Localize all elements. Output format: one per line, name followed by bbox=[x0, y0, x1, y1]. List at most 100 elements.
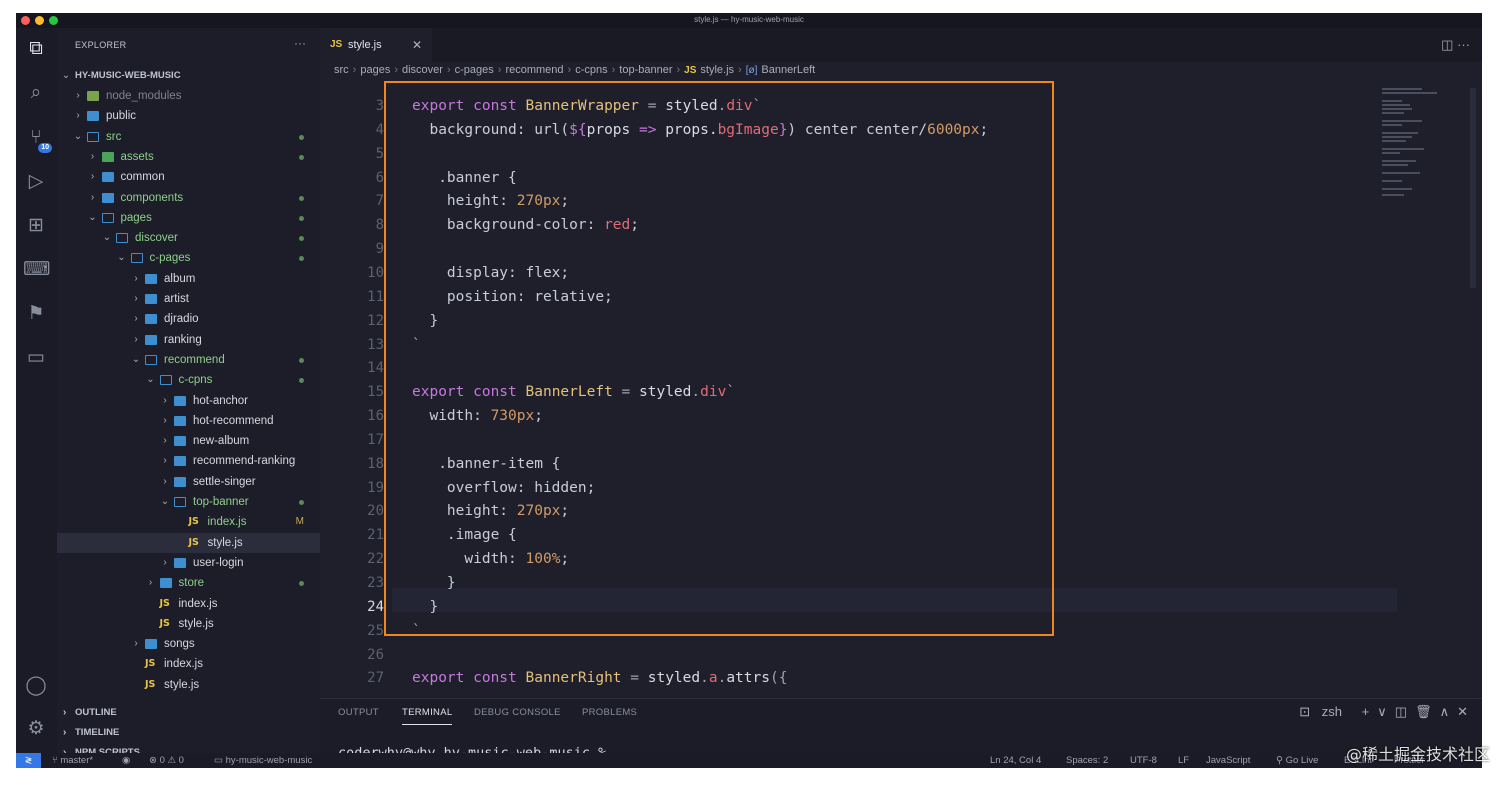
folder-item-assets[interactable]: › assets bbox=[57, 147, 320, 167]
chevron-right-icon: › bbox=[676, 64, 681, 76]
run-debug-icon[interactable]: ▷ bbox=[23, 169, 49, 195]
javascript-file-icon: JS bbox=[159, 617, 170, 629]
folder-item-common[interactable]: › common bbox=[57, 167, 320, 187]
folder-item-recommend-ranking[interactable]: › recommend-ranking bbox=[57, 451, 320, 471]
folder-item-hot-recommend[interactable]: › hot-recommend bbox=[57, 411, 320, 431]
sync-icon[interactable]: ◉ bbox=[122, 755, 130, 766]
line-number: 12 bbox=[367, 312, 384, 329]
breadcrumb-item[interactable]: discover bbox=[402, 64, 443, 76]
workspace-folder-label: hy-music-web-music bbox=[225, 755, 313, 766]
terminal-shell-icon[interactable]: ⊡ zsh bbox=[1299, 704, 1342, 719]
folder-item-djradio[interactable]: › djradio bbox=[57, 309, 320, 329]
folder-item-recommend[interactable]: ⌄ recommend bbox=[57, 350, 320, 370]
folder-item-songs[interactable]: › songs bbox=[57, 634, 320, 654]
folder-item-public[interactable]: › public bbox=[57, 106, 320, 126]
section-timeline[interactable]: › TIMELINE bbox=[57, 723, 320, 743]
workspace-folder-status[interactable]: ▭ hy-music-web-music bbox=[214, 755, 312, 766]
folder-item-artist[interactable]: › artist bbox=[57, 289, 320, 309]
chevron-right-icon: › bbox=[163, 394, 167, 406]
source-control-icon[interactable]: ⑂ 10 bbox=[23, 125, 52, 153]
file-item-index-js[interactable]: JS index.js bbox=[57, 594, 320, 614]
trash-icon[interactable]: 🗑 bbox=[1415, 704, 1432, 719]
folder-item-hot-anchor[interactable]: › hot-anchor bbox=[57, 391, 320, 411]
folder-item-c-pages[interactable]: ⌄ c-pages bbox=[57, 248, 320, 268]
remote-indicator-icon[interactable]: ≷ bbox=[16, 753, 41, 768]
tree-item-label: new-album bbox=[193, 435, 250, 448]
folder-item-components[interactable]: › components bbox=[57, 188, 320, 208]
breadcrumb-item[interactable]: style.js bbox=[700, 64, 734, 76]
symbol-variable-icon: [ø] bbox=[745, 65, 758, 76]
panel-tab-debug-console[interactable]: DEBUG CONSOLE bbox=[474, 707, 561, 718]
folder-item-discover[interactable]: ⌄ discover bbox=[57, 228, 320, 248]
folder-item-settle-singer[interactable]: › settle-singer bbox=[57, 472, 320, 492]
folder-icon bbox=[174, 415, 186, 426]
folder-item-ranking[interactable]: › ranking bbox=[57, 330, 320, 350]
section-outline[interactable]: › OUTLINE bbox=[57, 703, 320, 723]
explorer-root-folder[interactable]: ⌄ HY-MUSIC-WEB-MUSIC bbox=[57, 66, 320, 86]
chevron-down-icon: ⌄ bbox=[117, 252, 126, 264]
folder-item-node_modules[interactable]: › node_modules bbox=[57, 86, 320, 106]
search-icon[interactable]: ⌕ bbox=[23, 80, 49, 106]
problems-status[interactable]: ⊗ 0 ⚠ 0 bbox=[149, 755, 184, 766]
tree-item-label: style.js bbox=[178, 617, 214, 630]
minimap-line bbox=[1382, 120, 1422, 122]
account-icon[interactable]: ◯ bbox=[23, 673, 49, 699]
bookmarks-icon[interactable]: ⚑ bbox=[23, 301, 49, 327]
file-item-style-js[interactable]: JS style.js bbox=[57, 675, 320, 695]
file-item-style-js[interactable]: JS style.js bbox=[57, 614, 320, 634]
files-icon[interactable]: ⧉ bbox=[23, 36, 49, 62]
split-terminal-icon[interactable]: ◫ bbox=[1395, 704, 1407, 719]
tab-style-js[interactable]: JS style.js ✕ bbox=[320, 28, 432, 62]
terminal-dropdown-icon[interactable]: ∨ bbox=[1377, 704, 1387, 719]
minimap-line bbox=[1382, 112, 1404, 114]
folder-item-new-album[interactable]: › new-album bbox=[57, 431, 320, 451]
folder-icon[interactable]: ▭ bbox=[23, 345, 49, 371]
folder-item-src[interactable]: ⌄ src bbox=[57, 127, 320, 147]
tree-item-label: discover bbox=[135, 232, 178, 245]
encoding-status[interactable]: UTF-8 bbox=[1130, 755, 1157, 766]
tree-item-label: style.js bbox=[164, 678, 200, 691]
explorer-more-actions-icon[interactable]: ··· bbox=[294, 36, 306, 50]
breadcrumb-item[interactable]: c-pages bbox=[455, 64, 494, 76]
breadcrumb-item[interactable]: BannerLeft bbox=[761, 64, 815, 76]
indentation-status[interactable]: Spaces: 2 bbox=[1066, 755, 1108, 766]
breadcrumb-item[interactable]: recommend bbox=[505, 64, 563, 76]
panel-tab-problems[interactable]: PROBLEMS bbox=[582, 707, 637, 718]
folder-item-store[interactable]: › store bbox=[57, 573, 320, 593]
folder-item-top-banner[interactable]: ⌄ top-banner bbox=[57, 492, 320, 512]
remote-explorer-icon[interactable]: ⌨ bbox=[23, 257, 50, 283]
language-mode-status[interactable]: JavaScript bbox=[1206, 755, 1250, 766]
panel-tab-output[interactable]: OUTPUT bbox=[338, 707, 379, 718]
chevron-right-icon: › bbox=[90, 191, 95, 203]
file-item-style-js[interactable]: JS style.js bbox=[57, 532, 320, 553]
breadcrumb-item[interactable]: c-cpns bbox=[575, 64, 607, 76]
settings-gear-icon[interactable]: ⚙ bbox=[23, 716, 49, 742]
folder-item-pages[interactable]: ⌄ pages bbox=[57, 208, 320, 228]
close-panel-icon[interactable]: ✕ bbox=[1457, 704, 1468, 719]
new-terminal-icon[interactable]: + bbox=[1362, 704, 1370, 719]
maximize-panel-icon[interactable]: ∧ bbox=[1440, 704, 1450, 719]
line-number: 3 bbox=[375, 98, 384, 114]
cursor-position-status[interactable]: Ln 24, Col 4 bbox=[990, 755, 1041, 766]
extensions-icon[interactable]: ⊞ bbox=[23, 213, 49, 239]
panel-tab-terminal[interactable]: TERMINAL bbox=[402, 707, 453, 725]
folder-item-c-cpns[interactable]: ⌄ c-cpns bbox=[57, 370, 320, 390]
file-item-index-js[interactable]: JS index.js M bbox=[57, 512, 320, 532]
folder-item-album[interactable]: › album bbox=[57, 269, 320, 289]
go-live-status[interactable]: ⚲ Go Live bbox=[1276, 755, 1318, 766]
split-editor-icon[interactable]: ◫ ··· bbox=[1441, 37, 1470, 53]
file-item-index-js[interactable]: JS index.js bbox=[57, 654, 320, 674]
breadcrumb-item[interactable]: src bbox=[334, 64, 349, 76]
breadcrumb-item[interactable]: pages bbox=[360, 64, 390, 76]
tree-item-label: public bbox=[106, 110, 137, 123]
branch-status[interactable]: ⑂ master* bbox=[52, 755, 93, 766]
folder-item-user-login[interactable]: › user-login bbox=[57, 553, 320, 573]
vertical-scrollbar[interactable] bbox=[1470, 88, 1476, 288]
eol-status[interactable]: LF bbox=[1178, 755, 1189, 766]
minimap[interactable] bbox=[1382, 88, 1462, 198]
close-tab-icon[interactable]: ✕ bbox=[412, 28, 422, 62]
folder-icon bbox=[174, 497, 186, 507]
chevron-down-icon: ⌄ bbox=[102, 232, 112, 244]
breadcrumb-item[interactable]: top-banner bbox=[619, 64, 672, 76]
line-number: 9 bbox=[375, 241, 384, 258]
